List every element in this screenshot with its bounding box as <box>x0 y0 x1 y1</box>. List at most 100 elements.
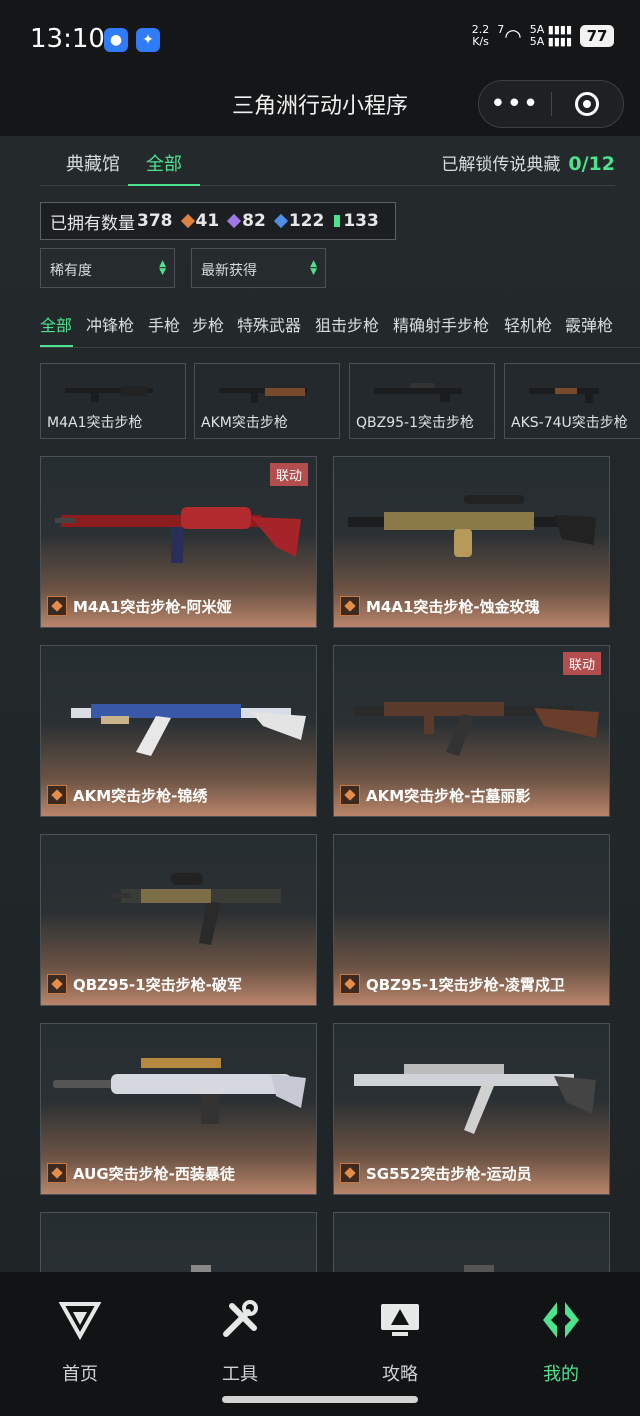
weapon-filter-m4a1[interactable]: M4A1突击步枪 <box>40 363 186 439</box>
skin-card[interactable]: 联动 M4A1突击步枪-阿米娅 <box>40 456 317 628</box>
skin-name-row: M4A1突击步枪-阿米娅 <box>41 585 316 627</box>
signal-group: 5A ▮▮▮▮ 5A ▮▮▮▮ <box>530 24 572 48</box>
rarity-badge-icon <box>340 974 360 994</box>
tier-count-rare: 122 <box>288 211 325 231</box>
weapon-skin-image <box>348 495 596 557</box>
category-smg[interactable]: 冲锋枪 <box>86 312 134 336</box>
weapon-filter-qbz95[interactable]: QBZ95-1突击步枪 <box>349 363 495 439</box>
skin-card[interactable]: QBZ95-1突击步枪-破军 <box>40 834 317 1006</box>
status-right: 2.2 K/s 7 ◠ 5A ▮▮▮▮ 5A ▮▮▮▮ 77 <box>472 24 614 48</box>
weapon-skin-image <box>71 704 306 756</box>
category-marksman[interactable]: 精确射手步枪 <box>393 312 489 336</box>
wifi-group: 7 ◠ <box>497 24 522 49</box>
skin-name-row: QBZ95-1突击步枪-破军 <box>41 963 316 1005</box>
sort-select[interactable]: 最新获得 ▲ ▼ <box>191 248 326 288</box>
skin-name-row: SG552突击步枪-运动员 <box>334 1152 609 1194</box>
nav-profile[interactable]: 我的 <box>511 1298 611 1386</box>
category-all[interactable]: 全部 <box>40 312 72 336</box>
rarity-badge-icon <box>47 596 67 616</box>
skin-card[interactable]: AKM突击步枪-锦绣 <box>40 645 317 817</box>
tab-collection-hall[interactable]: 典藏馆 <box>66 150 120 176</box>
sort-arrows-icon: ▲ ▼ <box>310 259 317 277</box>
status-time: 13:10 <box>30 24 105 54</box>
tier-count-uncommon: 133 <box>343 211 379 231</box>
skin-name: M4A1突击步枪-阿米娅 <box>73 597 232 616</box>
rarity-select[interactable]: 稀有度 ▲ ▼ <box>40 248 175 288</box>
net-speed-unit: K/s <box>472 35 489 48</box>
sort-arrows-icon: ▲ ▼ <box>159 259 166 277</box>
skin-card[interactable]: AUG突击步枪-西装暴徒 <box>40 1023 317 1195</box>
category-pistol[interactable]: 手枪 <box>148 312 180 336</box>
epic-gem-icon <box>227 213 242 229</box>
category-sniper[interactable]: 狙击步枪 <box>315 312 379 336</box>
wifi-icon: ◠ <box>504 24 522 48</box>
unlock-label: 已解锁传说典藏 <box>441 155 561 175</box>
sort-select-label: 最新获得 <box>201 263 257 279</box>
signal-label-2: 5A <box>529 35 545 48</box>
skin-card[interactable]: 联动 AKM突击步枪-古墓丽影 <box>333 645 610 817</box>
weapon-skin-image <box>354 702 599 756</box>
nav-guide[interactable]: 攻略 <box>350 1298 450 1386</box>
home-indicator[interactable] <box>222 1396 418 1403</box>
tools-icon <box>223 1300 258 1337</box>
skin-card[interactable] <box>40 1212 317 1272</box>
title-bar: 三角洲行动小程序 ••• <box>0 78 640 136</box>
net-speed: 2.2 K/s <box>472 24 490 48</box>
collab-tag: 联动 <box>562 652 601 675</box>
skin-name: QBZ95-1突击步枪-凌霄戍卫 <box>366 975 565 994</box>
more-options-button[interactable]: ••• <box>479 89 551 119</box>
nav-label: 我的 <box>543 1364 579 1385</box>
category-special[interactable]: 特殊武器 <box>237 312 301 336</box>
nav-label: 工具 <box>222 1364 258 1385</box>
main-content: 典藏馆 全部 已解锁传说典藏 0/12 已拥有数量 378 41 82 122 1… <box>0 136 640 1272</box>
rarity-badge-icon <box>47 974 67 994</box>
skin-name-row: QBZ95-1突击步枪-凌霄戍卫 <box>334 963 609 1005</box>
signal-bars-icon: ▮▮▮▮ <box>547 35 572 48</box>
skin-card[interactable]: QBZ95-1突击步枪-凌霄戍卫 <box>333 834 610 1006</box>
owned-total: 378 <box>137 211 173 231</box>
skin-name: AKM突击步枪-古墓丽影 <box>366 786 531 805</box>
weapon-skin-image <box>354 1064 596 1134</box>
tier-count-legendary: 41 <box>195 211 220 231</box>
owned-summary: 已拥有数量 378 41 82 122 133 <box>40 202 396 240</box>
weapon-filter-akm[interactable]: AKM突击步枪 <box>194 363 340 439</box>
category-lmg[interactable]: 轻机枪 <box>504 312 552 336</box>
rarity-select-label: 稀有度 <box>50 263 92 279</box>
skin-name-row: AKM突击步枪-锦绣 <box>41 774 316 816</box>
bottom-navigation: 首页 工具 攻略 我的 <box>0 1272 640 1416</box>
weapon-filter-label: QBZ95-1突击步枪 <box>356 415 474 431</box>
unlock-count: 0/12 <box>568 153 615 175</box>
nav-home[interactable]: 首页 <box>30 1298 130 1386</box>
legendary-gem-icon <box>180 213 195 229</box>
skin-name: AKM突击步枪-锦绣 <box>73 786 208 805</box>
skin-card[interactable]: M4A1突击步枪-蚀金玫瑰 <box>333 456 610 628</box>
rarity-badge-icon <box>47 785 67 805</box>
tab-all[interactable]: 全部 <box>146 150 182 176</box>
profile-logo-icon <box>543 1302 579 1338</box>
uncommon-gem-icon <box>334 215 341 227</box>
collab-tag: 联动 <box>269 463 308 486</box>
weapon-skin-image <box>464 1265 494 1272</box>
rarity-badge-icon <box>340 1163 360 1183</box>
rifle-icon <box>219 388 307 403</box>
skin-card[interactable]: SG552突击步枪-运动员 <box>333 1023 610 1195</box>
tier-count-epic: 82 <box>242 211 266 231</box>
skin-name-row: AKM突击步枪-古墓丽影 <box>334 774 609 816</box>
skin-name: M4A1突击步枪-蚀金玫瑰 <box>366 597 540 616</box>
nav-tools[interactable]: 工具 <box>190 1298 290 1386</box>
skin-card[interactable] <box>333 1212 610 1272</box>
weapon-skin-image <box>191 1265 211 1272</box>
weapon-skin-image <box>111 873 281 945</box>
battery-indicator: 77 <box>580 25 614 47</box>
rifle-icon <box>374 383 462 402</box>
lightbulb-icon: ✦ <box>136 28 160 52</box>
category-rifle[interactable]: 步枪 <box>192 312 224 336</box>
category-shotgun[interactable]: 霰弹枪 <box>565 312 613 336</box>
weapon-skin-image <box>53 1058 306 1124</box>
weapon-category-tabs: 全部 冲锋枪 手枪 步枪 特殊武器 狙击步枪 精确射手步枪 轻机枪 霰弹枪 <box>40 312 640 348</box>
weapon-filter-aks74u[interactable]: AKS-74U突击步枪 <box>504 363 640 439</box>
status-bar: 13:10 ● ✦ 2.2 K/s 7 ◠ 5A ▮▮▮▮ 5A ▮▮▮▮ 77 <box>0 0 640 78</box>
skin-name: AUG突击步枪-西装暴徒 <box>73 1164 235 1183</box>
message-icon: ● <box>104 28 128 52</box>
close-miniprogram-button[interactable] <box>552 92 624 116</box>
